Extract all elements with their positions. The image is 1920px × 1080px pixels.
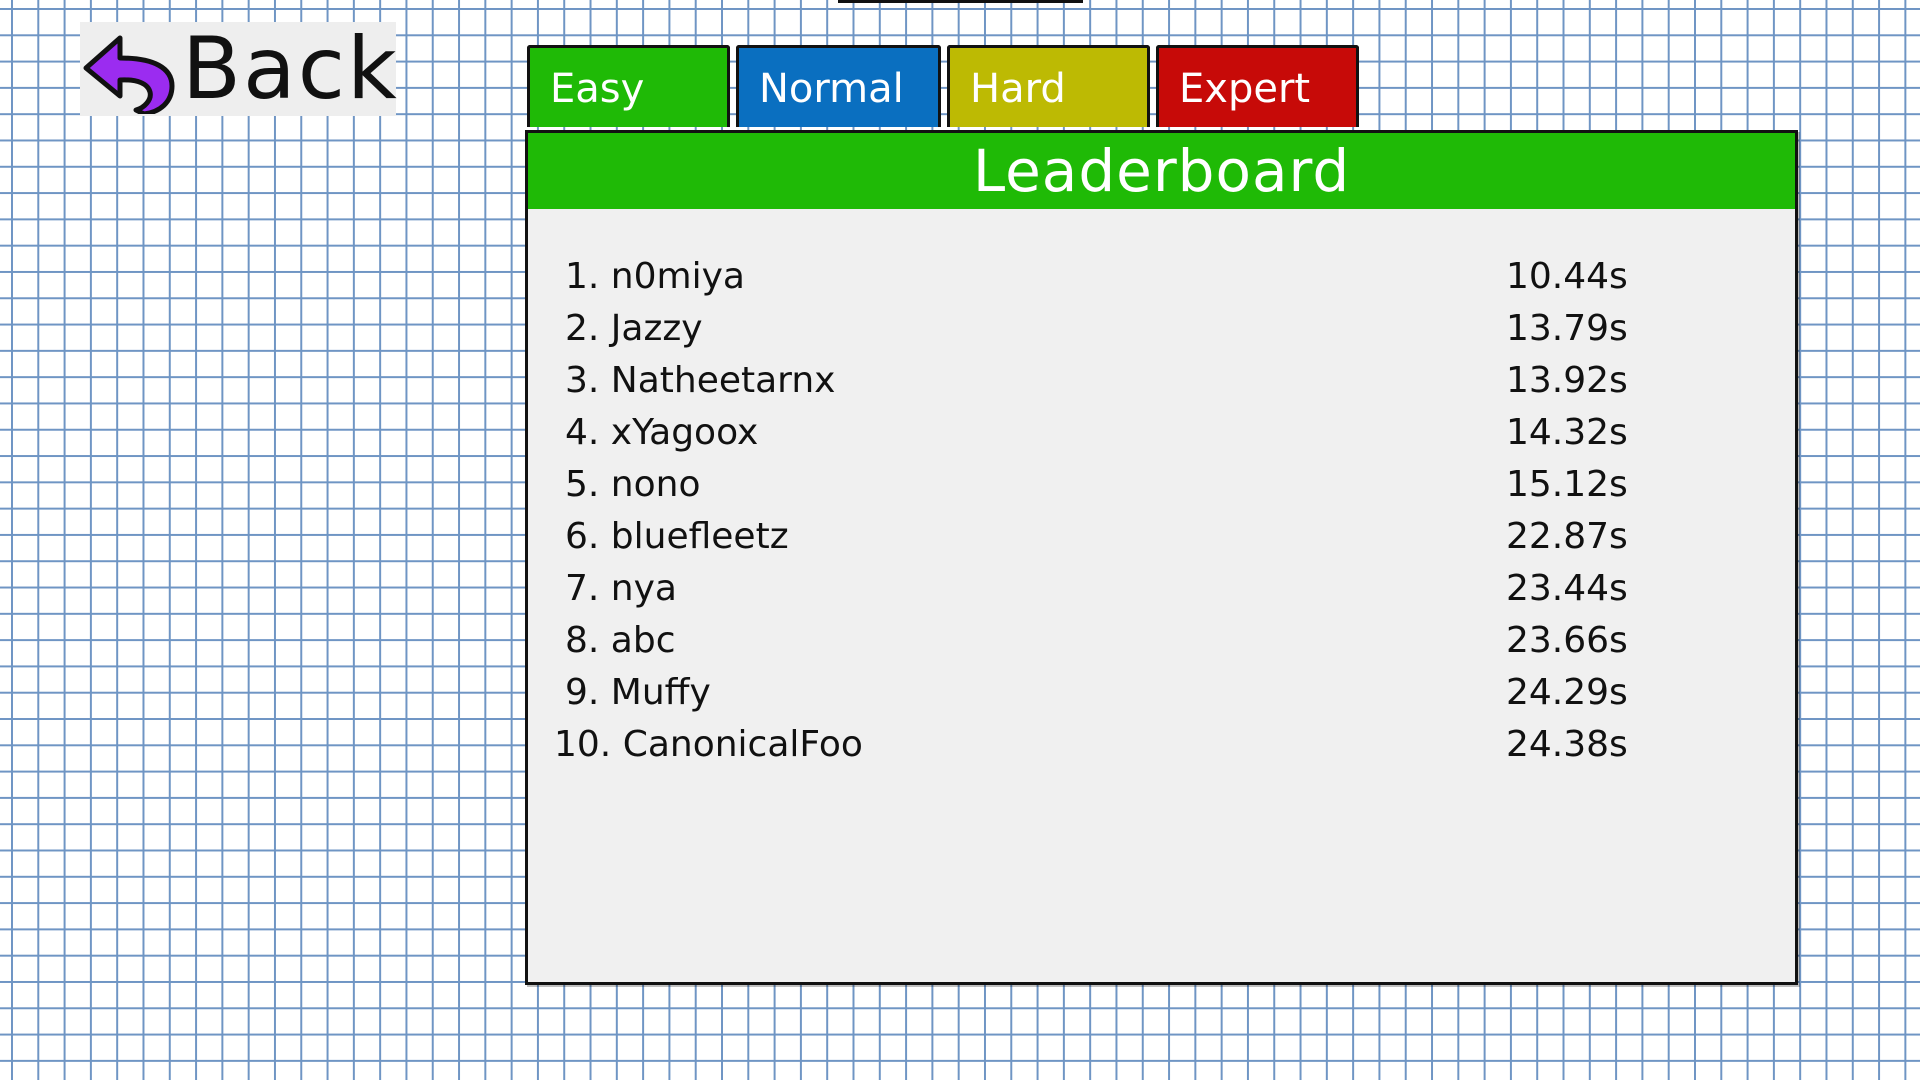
back-label: Back — [182, 19, 399, 119]
entry-time: 15.12s — [1506, 464, 1628, 505]
leaderboard-entry: 8. abc 23.66s — [528, 615, 1795, 667]
back-button[interactable]: Back — [80, 19, 399, 119]
leaderboard-entry: 4. xYagoox 14.32s — [528, 407, 1795, 459]
entry-time: 13.79s — [1506, 308, 1628, 349]
difficulty-tabs: Easy Normal Hard Expert — [527, 45, 1359, 127]
entry-name: 3. Natheetarnx — [565, 360, 836, 401]
entry-time: 14.32s — [1506, 412, 1628, 453]
leaderboard-title: Leaderboard — [972, 137, 1351, 205]
entry-time: 13.92s — [1506, 360, 1628, 401]
entry-name: 10. CanonicalFoo — [554, 724, 863, 765]
tab-expert[interactable]: Expert — [1156, 45, 1359, 127]
leaderboard-entry: 7. nya 23.44s — [528, 563, 1795, 615]
entry-time: 22.87s — [1506, 516, 1628, 557]
top-edge-line — [838, 0, 1083, 3]
leaderboard-entry: 2. Jazzy 13.79s — [528, 303, 1795, 355]
leaderboard-entry: 5. nono 15.12s — [528, 459, 1795, 511]
leaderboard-entry: 3. Natheetarnx 13.92s — [528, 355, 1795, 407]
leaderboard-entry: 1. n0miya 10.44s — [528, 251, 1795, 303]
entry-name: 9. Muffy — [565, 672, 711, 713]
tab-normal[interactable]: Normal — [736, 45, 941, 127]
entry-name: 2. Jazzy — [565, 308, 703, 349]
tab-hard[interactable]: Hard — [947, 45, 1150, 127]
entry-name: 7. nya — [565, 568, 677, 609]
entry-time: 23.66s — [1506, 620, 1628, 661]
entry-time: 10.44s — [1506, 256, 1628, 297]
entry-time: 24.38s — [1506, 724, 1628, 765]
curved-back-arrow-icon — [80, 22, 176, 116]
leaderboard-list: 1. n0miya 10.44s 2. Jazzy 13.79s 3. Nath… — [528, 251, 1795, 771]
tab-easy[interactable]: Easy — [527, 45, 730, 127]
entry-name: 6. bluefleetz — [565, 516, 789, 557]
entry-time: 24.29s — [1506, 672, 1628, 713]
entry-time: 23.44s — [1506, 568, 1628, 609]
leaderboard-entry: 9. Muffy 24.29s — [528, 667, 1795, 719]
leaderboard-entry: 10. CanonicalFoo 24.38s — [528, 719, 1795, 771]
entry-name: 4. xYagoox — [565, 412, 759, 453]
leaderboard-entry: 6. bluefleetz 22.87s — [528, 511, 1795, 563]
entry-name: 8. abc — [565, 620, 676, 661]
entry-name: 5. nono — [565, 464, 701, 505]
leaderboard-panel: Leaderboard 1. n0miya 10.44s 2. Jazzy 13… — [525, 130, 1798, 985]
leaderboard-header: Leaderboard — [528, 133, 1795, 209]
entry-name: 1. n0miya — [565, 256, 745, 297]
